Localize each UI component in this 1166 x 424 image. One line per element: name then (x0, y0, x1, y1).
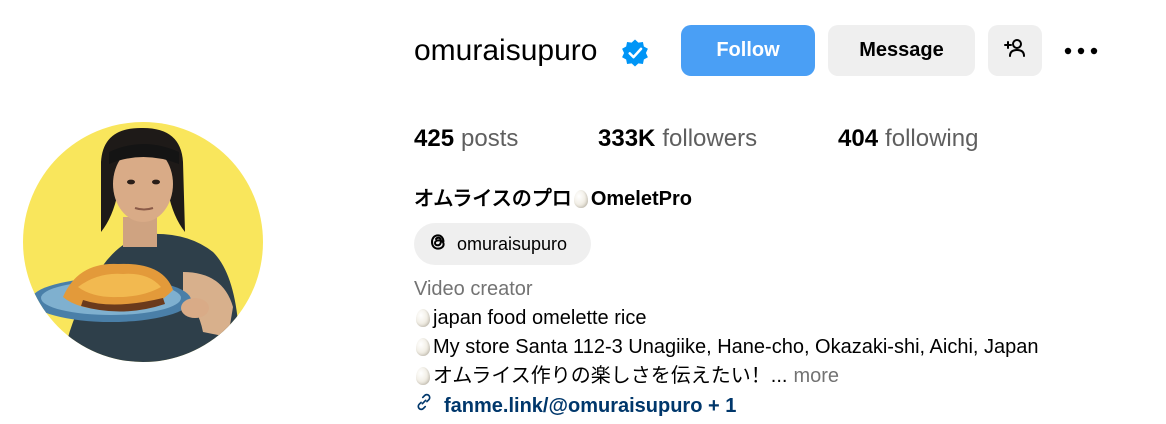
following-label: following (885, 125, 979, 152)
verified-badge-icon (620, 38, 650, 68)
profile-external-link[interactable]: fanme.link/@omuraisupuro + 1 (414, 392, 736, 419)
egg-emoji-icon (416, 338, 430, 356)
profile-page: omuraisupuro Follow Message 425 posts 333… (0, 0, 1166, 424)
display-name-text: オムライスのプロ (414, 188, 572, 210)
followers-count: 333K (598, 125, 656, 152)
posts-count: 425 (414, 125, 455, 152)
bio-line: My store Santa 112-3 Unagiike, Hane-cho,… (414, 334, 1039, 360)
bio-line-text: My store Santa 112-3 Unagiike, Hane-cho,… (433, 336, 1039, 358)
posts-label: posts (461, 125, 519, 152)
bio-line: japan food omelette rice (414, 305, 646, 331)
more-options-icon[interactable] (1062, 38, 1100, 64)
message-button[interactable]: Message (828, 25, 975, 76)
following-count: 404 (838, 125, 879, 152)
egg-emoji-icon (573, 190, 588, 208)
username-heading: omuraisupuro (414, 34, 598, 67)
add-user-icon (1003, 36, 1027, 66)
egg-emoji-icon (416, 367, 430, 385)
profile-avatar[interactable] (23, 122, 263, 362)
follow-button[interactable]: Follow (681, 25, 815, 76)
link-icon (414, 392, 444, 419)
following-count-stat[interactable]: 404 following (838, 124, 978, 154)
egg-emoji-icon (416, 309, 430, 327)
bio-line-text: オムライス作りの楽しさを伝えたい！... (433, 365, 788, 387)
followers-label: followers (662, 125, 758, 152)
add-user-button[interactable] (988, 25, 1042, 76)
profile-link-text: fanme.link/@omuraisupuro + 1 (444, 394, 737, 417)
bio-line-text: japan food omelette rice (433, 307, 647, 329)
profile-category: Video creator (414, 278, 533, 300)
threads-profile-link[interactable]: omuraisupuro (414, 223, 591, 265)
bio-more-link[interactable]: more (793, 363, 839, 389)
threads-handle-label: omuraisupuro (457, 233, 568, 254)
followers-count-stat[interactable]: 333K followers (598, 124, 757, 154)
display-name: オムライスのプロ OmeletPro (414, 186, 692, 212)
bio-line: オムライス作りの楽しさを伝えたい！... more (414, 363, 839, 389)
threads-icon (426, 230, 450, 259)
posts-count-stat: 425 posts (414, 124, 518, 154)
display-name-suffix: OmeletPro (590, 188, 692, 210)
